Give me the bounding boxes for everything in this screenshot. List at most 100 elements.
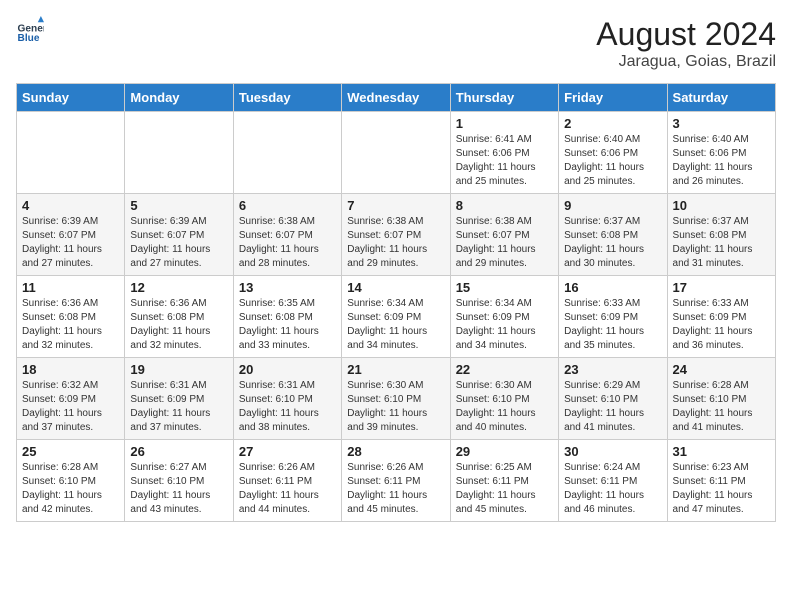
day-number: 17	[673, 280, 770, 295]
day-number: 25	[22, 444, 119, 459]
day-number: 15	[456, 280, 553, 295]
calendar-week-row: 25Sunrise: 6:28 AM Sunset: 6:10 PM Dayli…	[17, 440, 776, 522]
day-info: Sunrise: 6:35 AM Sunset: 6:08 PM Dayligh…	[239, 297, 336, 353]
day-number: 29	[456, 444, 553, 459]
day-number: 1	[456, 116, 553, 131]
day-info: Sunrise: 6:40 AM Sunset: 6:06 PM Dayligh…	[564, 133, 661, 189]
calendar-cell	[233, 112, 341, 194]
calendar-cell: 26Sunrise: 6:27 AM Sunset: 6:10 PM Dayli…	[125, 440, 233, 522]
calendar-cell: 24 Sunrise: 6:28 AM Sunset: 6:10 PM Dayli…	[667, 358, 775, 440]
day-number: 12	[130, 280, 227, 295]
day-info: Sunrise: 6:30 AM Sunset: 6:10 PM Dayligh…	[347, 379, 444, 435]
day-number: 4	[22, 198, 119, 213]
day-number: 8	[456, 198, 553, 213]
day-info: Sunrise: 6:36 AM Sunset: 6:08 PM Dayligh…	[130, 297, 227, 353]
calendar-cell	[342, 112, 450, 194]
day-info: Sunrise: 6:31 AM Sunset: 6:09 PM Dayligh…	[130, 379, 227, 435]
calendar-header-row: SundayMondayTuesdayWednesdayThursdayFrid…	[17, 84, 776, 112]
title-block: August 2024 Jaragua, Goias, Brazil	[596, 16, 776, 71]
day-info: Sunrise: 6:29 AM Sunset: 6:10 PM Dayligh…	[564, 379, 661, 435]
calendar-table: SundayMondayTuesdayWednesdayThursdayFrid…	[16, 83, 776, 522]
day-number: 9	[564, 198, 661, 213]
calendar-week-row: 11Sunrise: 6:36 AM Sunset: 6:08 PM Dayli…	[17, 276, 776, 358]
day-info: Sunrise: 6:41 AM Sunset: 6:06 PM Dayligh…	[456, 133, 553, 189]
day-number: 30	[564, 444, 661, 459]
day-number: 3	[673, 116, 770, 131]
calendar-cell: 21 Sunrise: 6:30 AM Sunset: 6:10 PM Dayli…	[342, 358, 450, 440]
day-info: Sunrise: 6:37 AM Sunset: 6:08 PM Dayligh…	[673, 215, 770, 271]
svg-text:Blue: Blue	[18, 33, 40, 44]
day-info: Sunrise: 6:33 AM Sunset: 6:09 PM Dayligh…	[673, 297, 770, 353]
day-number: 5	[130, 198, 227, 213]
calendar-cell: 14Sunrise: 6:34 AM Sunset: 6:09 PM Dayli…	[342, 276, 450, 358]
day-number: 18	[22, 362, 119, 377]
page-subtitle: Jaragua, Goias, Brazil	[596, 53, 776, 71]
column-header-friday: Friday	[559, 84, 667, 112]
column-header-thursday: Thursday	[450, 84, 558, 112]
day-info: Sunrise: 6:34 AM Sunset: 6:09 PM Dayligh…	[347, 297, 444, 353]
calendar-cell: 1 Sunrise: 6:41 AM Sunset: 6:06 PM Daylig…	[450, 112, 558, 194]
logo: General Blue	[16, 16, 44, 44]
calendar-cell: 30Sunrise: 6:24 AM Sunset: 6:11 PM Dayli…	[559, 440, 667, 522]
calendar-cell: 17 Sunrise: 6:33 AM Sunset: 6:09 PM Dayli…	[667, 276, 775, 358]
logo-icon: General Blue	[16, 16, 44, 44]
day-info: Sunrise: 6:32 AM Sunset: 6:09 PM Dayligh…	[22, 379, 119, 435]
day-number: 2	[564, 116, 661, 131]
day-info: Sunrise: 6:38 AM Sunset: 6:07 PM Dayligh…	[456, 215, 553, 271]
column-header-monday: Monday	[125, 84, 233, 112]
day-number: 16	[564, 280, 661, 295]
day-info: Sunrise: 6:38 AM Sunset: 6:07 PM Dayligh…	[239, 215, 336, 271]
day-number: 20	[239, 362, 336, 377]
day-info: Sunrise: 6:38 AM Sunset: 6:07 PM Dayligh…	[347, 215, 444, 271]
day-number: 24	[673, 362, 770, 377]
day-info: Sunrise: 6:28 AM Sunset: 6:10 PM Dayligh…	[673, 379, 770, 435]
day-number: 6	[239, 198, 336, 213]
day-info: Sunrise: 6:34 AM Sunset: 6:09 PM Dayligh…	[456, 297, 553, 353]
calendar-cell	[125, 112, 233, 194]
day-info: Sunrise: 6:37 AM Sunset: 6:08 PM Dayligh…	[564, 215, 661, 271]
day-number: 22	[456, 362, 553, 377]
calendar-week-row: 4 Sunrise: 6:39 AM Sunset: 6:07 PM Daylig…	[17, 194, 776, 276]
calendar-cell: 12 Sunrise: 6:36 AM Sunset: 6:08 PM Dayli…	[125, 276, 233, 358]
day-number: 27	[239, 444, 336, 459]
calendar-cell: 5 Sunrise: 6:39 AM Sunset: 6:07 PM Daylig…	[125, 194, 233, 276]
day-number: 13	[239, 280, 336, 295]
day-number: 21	[347, 362, 444, 377]
day-info: Sunrise: 6:23 AM Sunset: 6:11 PM Dayligh…	[673, 461, 770, 517]
calendar-cell: 9 Sunrise: 6:37 AM Sunset: 6:08 PM Daylig…	[559, 194, 667, 276]
day-info: Sunrise: 6:25 AM Sunset: 6:11 PM Dayligh…	[456, 461, 553, 517]
page-title: August 2024	[596, 16, 776, 53]
calendar-cell: 28 Sunrise: 6:26 AM Sunset: 6:11 PM Dayli…	[342, 440, 450, 522]
column-header-wednesday: Wednesday	[342, 84, 450, 112]
column-header-tuesday: Tuesday	[233, 84, 341, 112]
calendar-cell: 15 Sunrise: 6:34 AM Sunset: 6:09 PM Dayli…	[450, 276, 558, 358]
calendar-cell: 16 Sunrise: 6:33 AM Sunset: 6:09 PM Dayli…	[559, 276, 667, 358]
calendar-cell: 3Sunrise: 6:40 AM Sunset: 6:06 PM Daylig…	[667, 112, 775, 194]
calendar-cell: 8 Sunrise: 6:38 AM Sunset: 6:07 PM Daylig…	[450, 194, 558, 276]
day-number: 26	[130, 444, 227, 459]
calendar-cell: 20 Sunrise: 6:31 AM Sunset: 6:10 PM Dayli…	[233, 358, 341, 440]
calendar-week-row: 18 Sunrise: 6:32 AM Sunset: 6:09 PM Dayli…	[17, 358, 776, 440]
day-info: Sunrise: 6:39 AM Sunset: 6:07 PM Dayligh…	[22, 215, 119, 271]
day-info: Sunrise: 6:26 AM Sunset: 6:11 PM Dayligh…	[347, 461, 444, 517]
day-number: 7	[347, 198, 444, 213]
calendar-cell: 11Sunrise: 6:36 AM Sunset: 6:08 PM Dayli…	[17, 276, 125, 358]
calendar-cell: 25Sunrise: 6:28 AM Sunset: 6:10 PM Dayli…	[17, 440, 125, 522]
column-header-sunday: Sunday	[17, 84, 125, 112]
day-info: Sunrise: 6:33 AM Sunset: 6:09 PM Dayligh…	[564, 297, 661, 353]
calendar-cell: 10 Sunrise: 6:37 AM Sunset: 6:08 PM Dayli…	[667, 194, 775, 276]
page-header: General Blue August 2024 Jaragua, Goias,…	[16, 16, 776, 71]
day-number: 10	[673, 198, 770, 213]
calendar-cell: 22Sunrise: 6:30 AM Sunset: 6:10 PM Dayli…	[450, 358, 558, 440]
day-info: Sunrise: 6:26 AM Sunset: 6:11 PM Dayligh…	[239, 461, 336, 517]
day-info: Sunrise: 6:39 AM Sunset: 6:07 PM Dayligh…	[130, 215, 227, 271]
column-header-saturday: Saturday	[667, 84, 775, 112]
calendar-cell: 4 Sunrise: 6:39 AM Sunset: 6:07 PM Daylig…	[17, 194, 125, 276]
day-number: 19	[130, 362, 227, 377]
calendar-cell: 2 Sunrise: 6:40 AM Sunset: 6:06 PM Daylig…	[559, 112, 667, 194]
day-number: 28	[347, 444, 444, 459]
calendar-week-row: 1 Sunrise: 6:41 AM Sunset: 6:06 PM Daylig…	[17, 112, 776, 194]
day-number: 23	[564, 362, 661, 377]
day-info: Sunrise: 6:31 AM Sunset: 6:10 PM Dayligh…	[239, 379, 336, 435]
calendar-cell: 13 Sunrise: 6:35 AM Sunset: 6:08 PM Dayli…	[233, 276, 341, 358]
